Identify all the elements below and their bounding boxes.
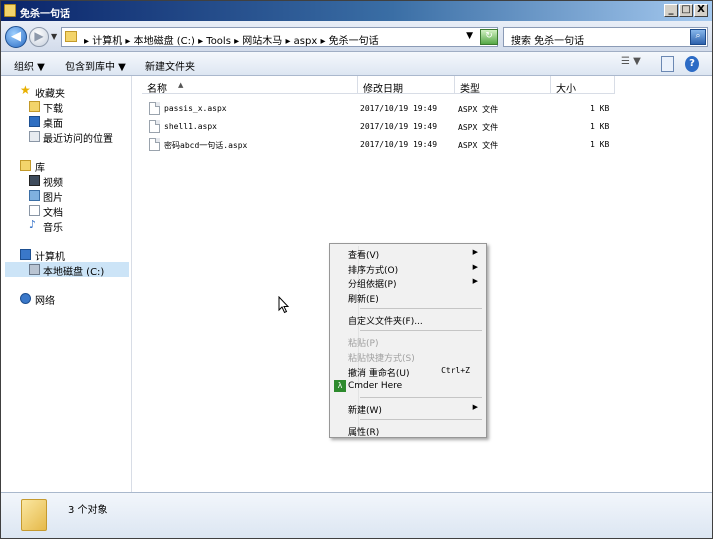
aspx-file-icon (149, 102, 160, 115)
sidebar-item-favorites[interactable]: ★ 收藏夹 (1, 83, 131, 100)
explorer-window: 免杀一句话 _ □ X ◀ ▶ ▼ ▸ 计算机 ▸ 本地磁盘 (C:) ▸ To… (0, 0, 713, 539)
minimize-button[interactable]: _ (664, 4, 678, 17)
address-bar: ◀ ▶ ▼ ▸ 计算机 ▸ 本地磁盘 (C:) ▸ Tools ▸ 网站木马 ▸… (1, 21, 712, 52)
forward-button[interactable]: ▶ (29, 27, 49, 47)
preview-pane-icon[interactable] (661, 56, 674, 72)
sidebar-item-recent-places[interactable]: 最近访问的位置 (1, 129, 131, 145)
command-bar: 组织 ▼ 包含到库中 ▼ 新建文件夹 ☰ ▼ ? (1, 52, 712, 76)
new-folder-button[interactable]: 新建文件夹 (145, 58, 195, 73)
menu-item-view[interactable]: 查看(V) ▶ (332, 246, 484, 261)
address-dropdown-icon[interactable]: ▼ (466, 31, 473, 41)
menu-item-paste-shortcut: 粘贴快捷方式(S) (348, 354, 415, 364)
menu-item-cmder-here[interactable]: λ Cmder Here (332, 379, 484, 394)
menu-separator (360, 330, 482, 331)
library-icon (20, 160, 31, 171)
menu-item-new[interactable]: 新建(W) ▶ (332, 401, 484, 416)
sidebar-item-local-disk-c[interactable]: 本地磁盘 (C:) (5, 262, 129, 278)
drive-icon (29, 264, 40, 275)
object-count: 3 个对象 (68, 505, 108, 516)
network-icon (20, 293, 31, 304)
recent-places-icon (29, 131, 40, 142)
aspx-file-icon (149, 138, 160, 151)
sidebar-item-videos[interactable]: 视频 (1, 173, 131, 189)
search-placeholder: 搜索 免杀一句话 (511, 36, 585, 47)
details-pane: 3 个对象 (1, 492, 712, 538)
help-icon[interactable]: ? (685, 56, 699, 72)
menu-separator (360, 419, 482, 420)
cmder-icon: λ (334, 380, 346, 392)
window-title: 免杀一句话 (20, 9, 70, 20)
sidebar-item-music[interactable]: ♪ 音乐 (1, 218, 131, 234)
star-icon: ★ (20, 83, 31, 97)
view-options-icon[interactable]: ☰ ▼ (621, 56, 641, 72)
submenu-arrow-icon: ▶ (472, 277, 478, 285)
picture-icon (29, 190, 40, 201)
mouse-cursor-icon (278, 296, 290, 314)
sidebar-item-computer[interactable]: 计算机 (1, 247, 131, 263)
folder-icon (21, 499, 47, 531)
column-header-type[interactable]: 类型 (455, 76, 551, 95)
submenu-arrow-icon: ▶ (472, 403, 478, 411)
sort-ascending-icon: ▲ (178, 81, 184, 89)
close-button[interactable]: X (694, 4, 708, 17)
maximize-button[interactable]: □ (679, 4, 693, 17)
menu-item-paste: 粘贴(P) (348, 339, 379, 349)
document-icon (29, 205, 40, 216)
back-button[interactable]: ◀ (5, 26, 27, 48)
refresh-icon[interactable]: ↻ (480, 29, 498, 45)
file-row[interactable]: passis_x.aspx 2017/10/19 19:49 ASPX 文件 1… (146, 100, 666, 118)
recent-pages-dropdown[interactable]: ▼ (51, 32, 57, 41)
sidebar-item-pictures[interactable]: 图片 (1, 188, 131, 204)
music-icon: ♪ (29, 218, 37, 231)
desktop-icon (29, 116, 40, 127)
column-header-name[interactable]: 名称 ▲ (142, 76, 358, 95)
address-box[interactable]: ▸ 计算机 ▸ 本地磁盘 (C:) ▸ Tools ▸ 网站木马 ▸ aspx … (61, 27, 498, 47)
menu-separator (360, 397, 482, 398)
folder-icon (65, 31, 77, 42)
organize-button[interactable]: 组织 ▼ (14, 58, 45, 73)
download-folder-icon (29, 101, 40, 112)
sidebar-item-network[interactable]: 网络 (1, 291, 131, 307)
sidebar-item-documents[interactable]: 文档 (1, 203, 131, 219)
column-header-date[interactable]: 修改日期 (358, 76, 455, 95)
submenu-arrow-icon: ▶ (472, 263, 478, 271)
sidebar-item-downloads[interactable]: 下载 (1, 99, 131, 115)
menu-item-sort-by[interactable]: 排序方式(O) ▶ (332, 261, 484, 276)
search-icon[interactable]: ⌕ (690, 29, 706, 45)
aspx-file-icon (149, 120, 160, 133)
include-in-library-button[interactable]: 包含到库中 ▼ (65, 58, 126, 73)
file-row[interactable]: shell1.aspx 2017/10/19 19:49 ASPX 文件 1 K… (146, 118, 666, 136)
file-row[interactable]: 密码abcd一句话.aspx 2017/10/19 19:49 ASPX 文件 … (146, 136, 666, 154)
shortcut-label: Ctrl+Z (441, 366, 470, 375)
sidebar-item-desktop[interactable]: 桌面 (1, 114, 131, 130)
column-header-size[interactable]: 大小 (551, 76, 615, 95)
navigation-pane: ★ 收藏夹 下载 桌面 最近访问的位置 库 视频 图片 文档 ♪ 音乐 计算机 … (1, 76, 132, 492)
menu-item-group-by[interactable]: 分组依据(P) ▶ (332, 275, 484, 290)
menu-item-customize-folder[interactable]: 自定义文件夹(F)... (332, 312, 484, 327)
menu-item-undo-rename[interactable]: 撤消 重命名(U) Ctrl+Z (332, 364, 484, 379)
search-input[interactable]: 搜索 免杀一句话 ⌕ (503, 27, 708, 47)
video-icon (29, 175, 40, 186)
submenu-arrow-icon: ▶ (472, 248, 478, 256)
menu-item-properties[interactable]: 属性(R) (332, 423, 484, 438)
menu-item-refresh[interactable]: 刷新(E) (332, 290, 484, 305)
context-menu: 查看(V) ▶ 排序方式(O) ▶ 分组依据(P) ▶ 刷新(E) 自定义文件夹… (329, 243, 487, 438)
sidebar-item-libraries[interactable]: 库 (1, 158, 131, 174)
breadcrumb[interactable]: ▸ 计算机 ▸ 本地磁盘 (C:) ▸ Tools ▸ 网站木马 ▸ aspx … (84, 32, 379, 47)
folder-icon (4, 4, 16, 17)
menu-separator (360, 308, 482, 309)
computer-icon (20, 249, 31, 260)
title-bar[interactable]: 免杀一句话 _ □ X (1, 1, 712, 21)
